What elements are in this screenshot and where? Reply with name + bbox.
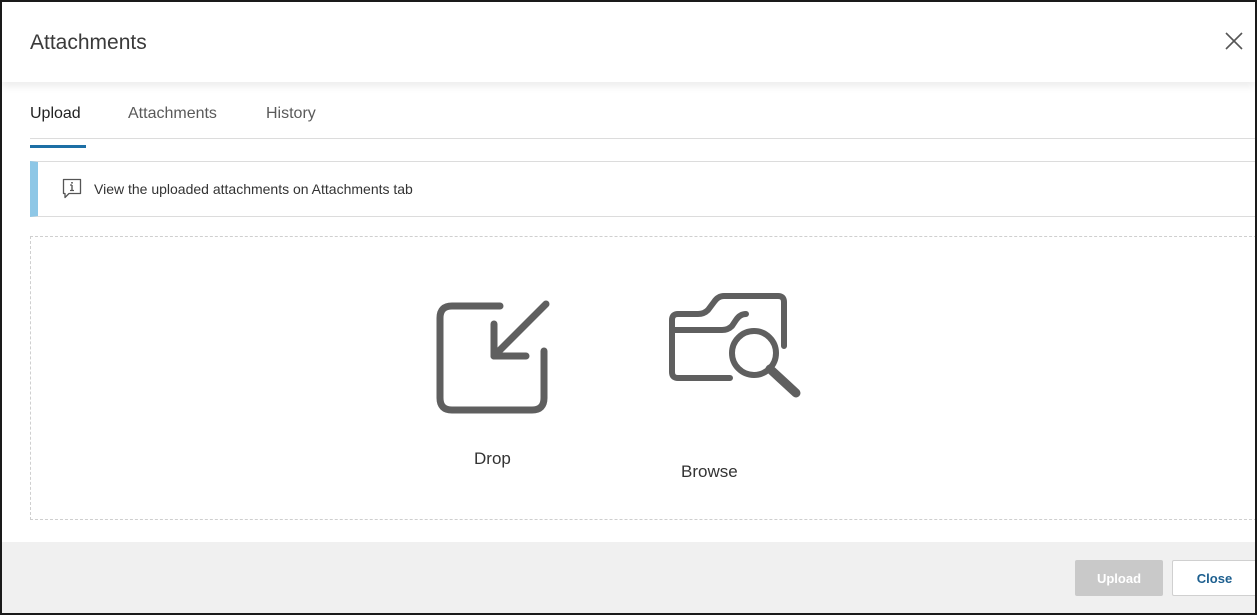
- dialog-header: Attachments: [2, 2, 1255, 82]
- tab-attachments[interactable]: Attachments: [128, 105, 217, 123]
- tab-history[interactable]: History: [266, 105, 316, 123]
- tab-attachments-label: Attachments: [128, 105, 217, 122]
- tab-bar: Upload Attachments History: [30, 97, 1255, 148]
- file-drop-zone[interactable]: Drop Browse: [30, 236, 1255, 520]
- tab-upload[interactable]: Upload: [30, 105, 86, 148]
- folder-search-icon[interactable]: [668, 290, 808, 400]
- close-icon[interactable]: [1223, 30, 1245, 52]
- tab-upload-label: Upload: [30, 105, 81, 122]
- browse-label[interactable]: Browse: [681, 462, 738, 482]
- upload-button[interactable]: Upload: [1075, 560, 1163, 596]
- drop-label[interactable]: Drop: [474, 449, 511, 469]
- info-banner-text: View the uploaded attachments on Attachm…: [94, 181, 413, 197]
- drop-icon[interactable]: [436, 299, 552, 415]
- dialog-footer: Upload Close: [2, 542, 1255, 613]
- attachments-dialog: Attachments Upload Attachments History V…: [0, 0, 1257, 615]
- tab-history-label: History: [266, 105, 316, 122]
- close-button[interactable]: Close: [1172, 560, 1255, 596]
- info-banner: View the uploaded attachments on Attachm…: [30, 161, 1255, 217]
- info-icon: [62, 178, 82, 200]
- dialog-title: Attachments: [30, 31, 147, 54]
- active-tab-indicator: [30, 145, 86, 148]
